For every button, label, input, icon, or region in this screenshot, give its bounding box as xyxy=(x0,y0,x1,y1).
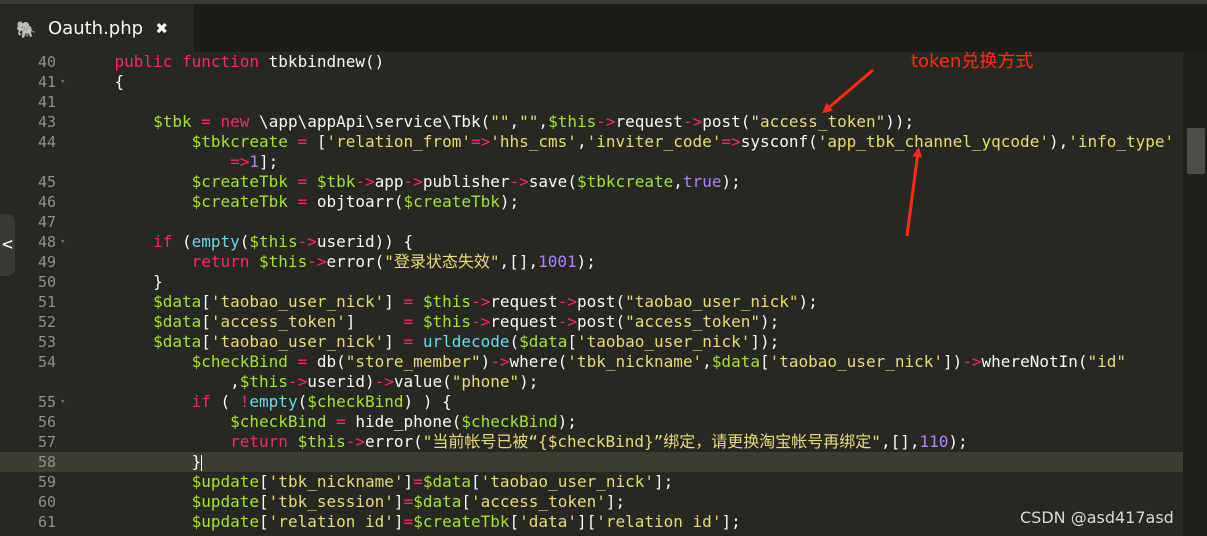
annotation-label: token兑换方式 xyxy=(911,51,1034,72)
arrow-to-access-token xyxy=(822,68,874,114)
annotation-arrows xyxy=(822,68,923,237)
arrow-to-channel-yqcode xyxy=(905,147,923,237)
watermark: CSDN @asd417asd xyxy=(1020,508,1174,527)
